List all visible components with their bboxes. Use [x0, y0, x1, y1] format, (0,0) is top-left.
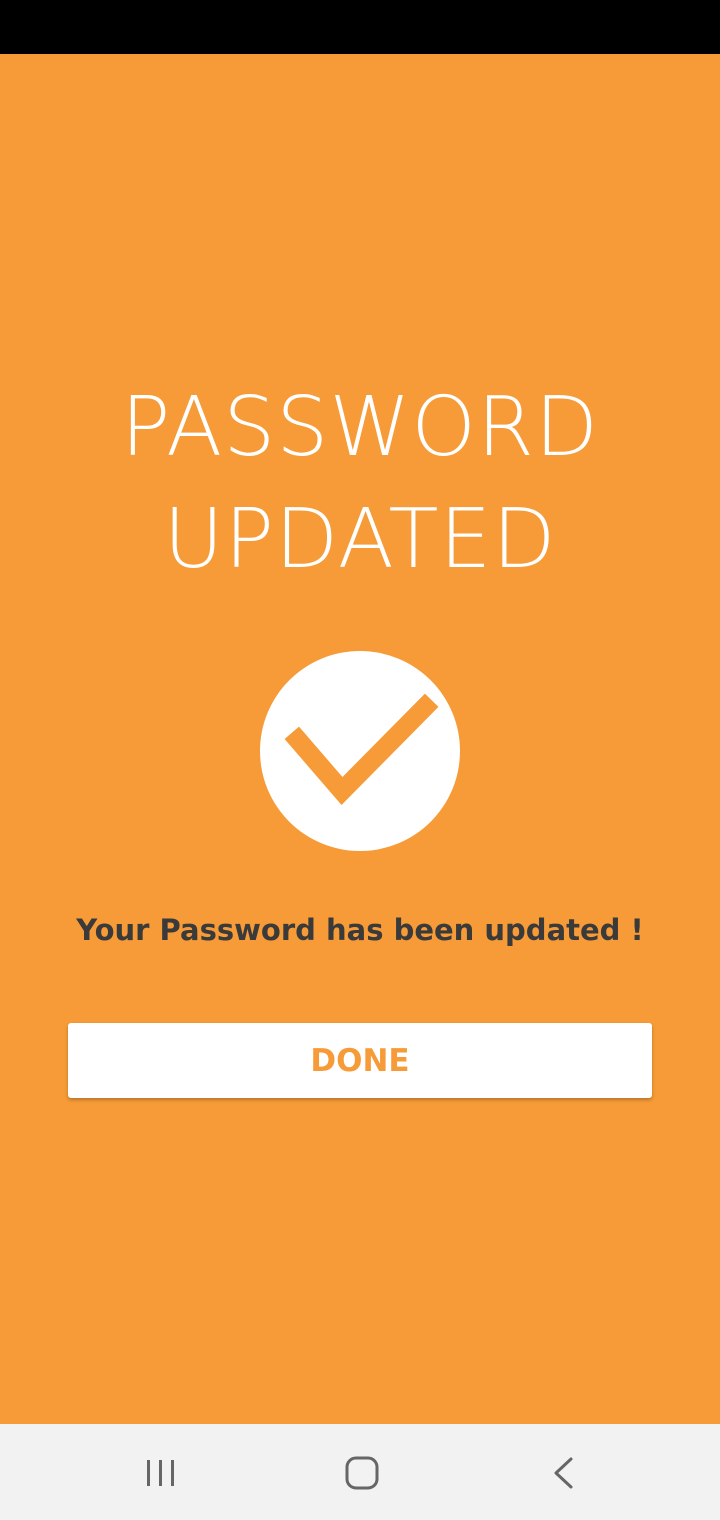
page-title: PASSWORD UPDATED — [0, 372, 720, 596]
main-content: PASSWORD UPDATED Your Password has been … — [0, 54, 720, 1424]
checkmark-circle-icon — [260, 651, 460, 851]
system-navigation-bar — [0, 1424, 720, 1520]
recent-apps-button[interactable] — [131, 1448, 191, 1498]
home-icon — [345, 1456, 379, 1490]
home-button[interactable] — [332, 1448, 392, 1498]
status-bar — [0, 0, 720, 54]
recent-apps-icon — [147, 1460, 174, 1486]
back-button[interactable] — [534, 1448, 594, 1498]
password-updated-screen: PASSWORD UPDATED Your Password has been … — [0, 0, 720, 1520]
status-message: Your Password has been updated ! — [76, 913, 644, 947]
page-title-line2: UPDATED — [163, 492, 557, 587]
back-chevron-icon — [554, 1457, 573, 1489]
done-button[interactable]: DONE — [68, 1023, 652, 1098]
checkmark-icon — [284, 693, 439, 805]
page-title-line1: PASSWORD — [120, 380, 600, 475]
